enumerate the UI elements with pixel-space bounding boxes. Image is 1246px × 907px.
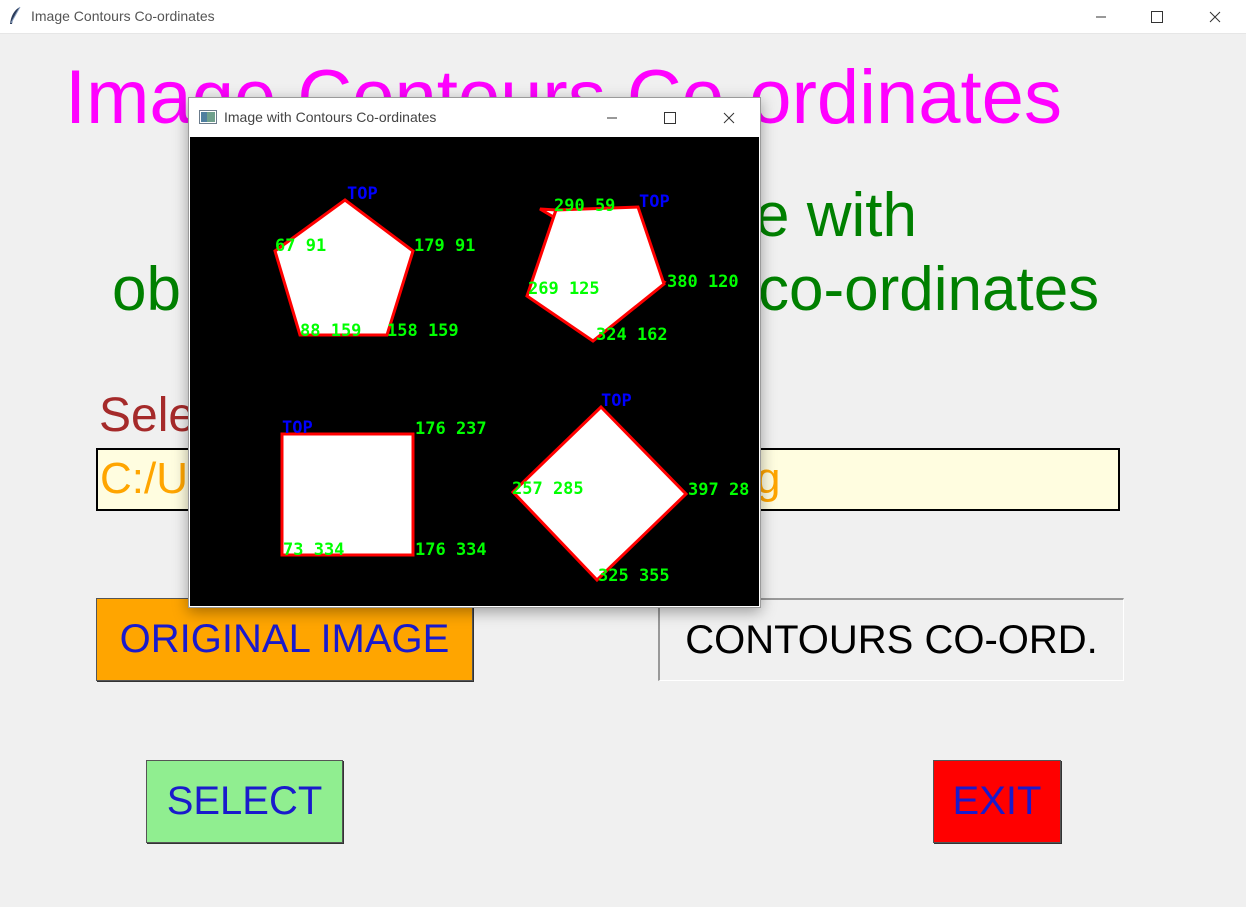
pentagon-2-outline (525, 205, 666, 343)
popup-close-button[interactable] (700, 98, 758, 137)
exit-button[interactable]: EXIT (933, 760, 1061, 843)
image-window-icon (199, 110, 217, 124)
pentagon-2-top-label: TOP (639, 192, 670, 212)
diamond-coord-label: 397 28 (688, 480, 749, 500)
contours-coord-button[interactable]: CONTOURS CO-ORD. (658, 598, 1124, 681)
pentagon-2-coord-label: 290 59 (554, 196, 615, 216)
image-path-value-left: C:/U (100, 454, 188, 503)
pentagon-1-top-label: TOP (347, 184, 378, 204)
close-icon (1209, 11, 1221, 22)
window-title: Image Contours Co-ordinates (31, 8, 215, 24)
popup-minimize-button[interactable] (583, 98, 641, 137)
popup-title: Image with Contours Co-ordinates (224, 109, 437, 125)
pentagon-1-coord-label: 67 91 (275, 236, 326, 256)
close-icon (723, 112, 735, 123)
diamond-top-label: TOP (601, 391, 632, 411)
square-coord-label: 176 237 (415, 419, 487, 439)
square-shape (280, 432, 415, 557)
contours-image-window[interactable]: Image with Contours Co-ordinates TOP 67 … (188, 97, 761, 608)
subtitle-line2-left: ob (112, 255, 181, 324)
pentagon-1-coord-label: 88 159 (300, 321, 361, 341)
square-coord-label: 176 334 (415, 540, 487, 560)
popup-maximize-button[interactable] (641, 98, 699, 137)
maximize-icon (1151, 10, 1163, 23)
maximize-button[interactable] (1134, 0, 1180, 33)
pentagon-1-shape (273, 198, 415, 337)
popup-titlebar[interactable]: Image with Contours Co-ordinates (189, 98, 760, 137)
select-button[interactable]: SELECT (146, 760, 343, 843)
feather-icon (10, 6, 21, 24)
close-button[interactable] (1192, 0, 1238, 33)
pentagon-2-coord-label: 380 120 (667, 272, 739, 292)
minimize-icon (607, 117, 617, 118)
select-image-label: Sele (99, 389, 196, 442)
window-titlebar: Image Contours Co-ordinates (0, 0, 1246, 34)
square-top-label: TOP (282, 418, 313, 438)
diamond-coord-label: 325 355 (598, 566, 670, 586)
subtitle-line1: e with (755, 181, 917, 250)
original-image-button[interactable]: ORIGINAL IMAGE (96, 598, 473, 681)
pentagon-2-coord-label: 269 125 (528, 279, 600, 299)
contours-image: TOP 67 91 179 91 88 159 158 159 TOP 290 … (273, 184, 749, 586)
square-coord-label: 73 334 (283, 540, 344, 560)
pentagon-1-coord-label: 158 159 (387, 321, 459, 341)
maximize-icon (664, 111, 676, 124)
diamond-coord-label: 257 285 (512, 479, 584, 499)
pentagon-1-coord-label: 179 91 (414, 236, 475, 256)
contours-image-canvas: TOP 67 91 179 91 88 159 158 159 TOP 290 … (190, 137, 759, 606)
pentagon-2-coord-label: 324 162 (596, 325, 668, 345)
subtitle-line2-right: co-ordinates (758, 255, 1100, 324)
minimize-button[interactable] (1078, 0, 1124, 33)
minimize-icon (1096, 16, 1106, 17)
